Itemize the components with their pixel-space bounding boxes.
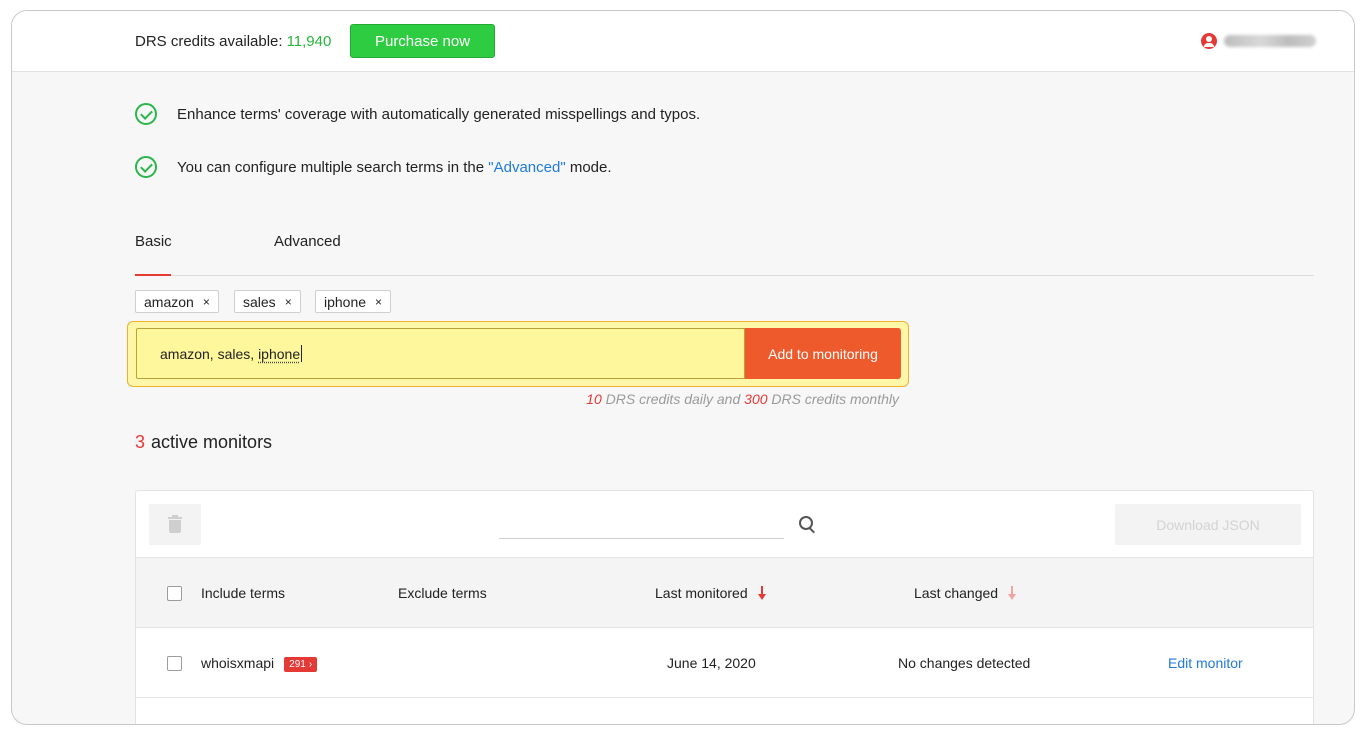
row-checkbox[interactable] [167, 656, 182, 671]
table-header: Include terms Exclude terms Last monitor… [136, 558, 1313, 628]
terms-input[interactable]: amazon, sales, iphone [136, 328, 745, 379]
search-input[interactable] [499, 513, 784, 539]
chip-label: sales [243, 293, 276, 310]
add-to-monitoring-button[interactable]: Add to monitoring [745, 328, 901, 379]
term-chip: iphone × [315, 290, 392, 313]
results-count-badge[interactable]: 291 › [284, 657, 318, 672]
term-chip: sales × [234, 290, 301, 313]
active-tab-indicator [135, 274, 171, 276]
feature-advanced-mode: You can configure multiple search terms … [135, 156, 612, 178]
delete-button[interactable] [149, 504, 201, 545]
active-monitors-heading: 3 active monitors [135, 432, 272, 453]
chevron-right-icon: › [308, 659, 313, 670]
column-exclude-terms: Exclude terms [398, 585, 487, 601]
purchase-now-button[interactable]: Purchase now [350, 24, 495, 58]
sort-down-icon[interactable] [1008, 586, 1017, 600]
term-input-group: amazon, sales, iphone Add to monitoring [127, 321, 909, 387]
chip-label: iphone [324, 293, 367, 310]
last-monitored-cell: June 14, 2020 [667, 655, 756, 671]
spellcheck-word: iphone [258, 345, 301, 362]
tab-advanced[interactable]: Advanced [274, 233, 341, 250]
app-window: DRS credits available: 11,940 Purchase no… [11, 10, 1355, 725]
top-bar: DRS credits available: 11,940 Purchase no… [12, 11, 1354, 72]
column-last-changed[interactable]: Last changed [914, 585, 1017, 601]
table-row: whoisxmapi 291 › June 14, 2020 No changes … [136, 628, 1313, 698]
user-name-blurred[interactable] [1224, 35, 1316, 47]
check-circle-icon [135, 103, 157, 125]
mode-tabs: Basic Advanced [135, 225, 1314, 276]
credits-label: DRS credits available: [135, 33, 283, 50]
select-all-checkbox[interactable] [167, 586, 182, 601]
include-terms-cell: whoisxmapi 291 › [201, 655, 318, 672]
monitors-label: active monitors [151, 432, 273, 452]
table-toolbar: Download JSON [136, 491, 1313, 558]
sort-down-icon[interactable] [757, 586, 766, 600]
check-circle-icon [135, 156, 157, 178]
edit-monitor-link[interactable]: Edit monitor [1168, 655, 1243, 671]
remove-chip-icon[interactable]: × [203, 295, 210, 309]
credits-cost-note: 10 DRS credits daily and 300 DRS credits… [586, 391, 899, 407]
user-circle-icon[interactable] [1201, 33, 1217, 49]
feature-text: You can configure multiple search terms … [177, 158, 612, 176]
remove-chip-icon[interactable]: × [285, 295, 292, 309]
remove-chip-icon[interactable]: × [375, 295, 382, 309]
chip-label: amazon [144, 293, 194, 310]
text-caret [301, 345, 303, 362]
credits-available: DRS credits available: 11,940 [135, 33, 331, 50]
column-include-terms: Include terms [201, 585, 286, 601]
term-chip: amazon × [135, 290, 219, 313]
trash-icon [168, 515, 182, 519]
monitors-table: Download JSON Include terms Exclude term… [135, 490, 1314, 724]
search-icon[interactable] [799, 516, 817, 534]
advanced-mode-link[interactable]: "Advanced" [488, 159, 565, 176]
feature-misspellings: Enhance terms' coverage with automatical… [135, 103, 700, 125]
tab-basic[interactable]: Basic [135, 233, 172, 250]
monitors-count: 3 [135, 432, 146, 452]
feature-text: Enhance terms' coverage with automatical… [177, 105, 701, 123]
download-json-button[interactable]: Download JSON [1115, 504, 1301, 545]
last-changed-cell: No changes detected [898, 655, 1031, 671]
credits-value: 11,940 [286, 33, 332, 50]
column-last-monitored[interactable]: Last monitored [655, 585, 766, 601]
